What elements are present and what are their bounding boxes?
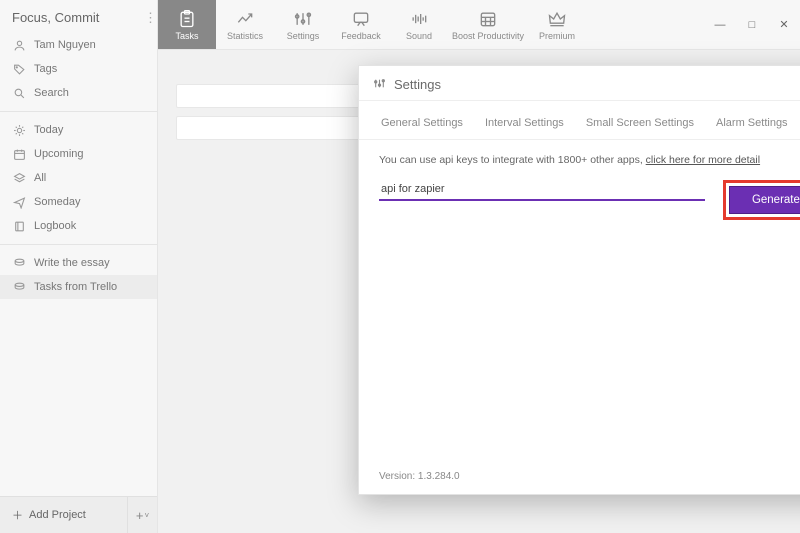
- tag-icon: [12, 62, 26, 76]
- sidebar-item-logbook[interactable]: Logbook: [0, 214, 157, 238]
- minimize-button[interactable]: ―: [704, 0, 736, 49]
- toolbar-label: Feedback: [341, 31, 381, 41]
- toolbar-tasks[interactable]: Tasks: [158, 0, 216, 49]
- sidebar-item-label: Tasks from Trello: [34, 281, 117, 293]
- toolbar-label: Premium: [539, 31, 575, 41]
- sidebar-item-someday[interactable]: Someday: [0, 190, 157, 214]
- tasks-icon: [177, 9, 197, 29]
- sidebar-item-search[interactable]: Search: [0, 81, 157, 105]
- sidebar-item-user[interactable]: Tam Nguyen: [0, 33, 157, 57]
- add-project-label: Add Project: [29, 509, 86, 521]
- tab-alarm[interactable]: Alarm Settings: [714, 113, 790, 139]
- version-label: Version: 1.3.284.0: [379, 471, 460, 482]
- toolbar-statistics[interactable]: Statistics: [216, 0, 274, 49]
- api-info-text: You can use api keys to integrate with 1…: [379, 154, 800, 166]
- chart-icon: [235, 9, 255, 29]
- sun-icon: [12, 123, 26, 137]
- api-name-input[interactable]: [379, 180, 705, 201]
- book-icon: [12, 219, 26, 233]
- settings-modal: Settings ✕ General Settings Interval Set…: [358, 65, 800, 495]
- settings-tabs: General Settings Interval Settings Small…: [359, 101, 800, 140]
- tab-interval[interactable]: Interval Settings: [483, 113, 566, 139]
- toolbar-label: Settings: [287, 31, 320, 41]
- sound-icon: [409, 9, 429, 29]
- sidebar-item-label: Today: [34, 124, 63, 136]
- api-form-row: Generate API Key: [379, 180, 800, 220]
- layers-icon: [12, 171, 26, 185]
- sidebar-item-label: Tam Nguyen: [34, 39, 96, 51]
- toolbar-settings[interactable]: Settings: [274, 0, 332, 49]
- more-icon[interactable]: ⋮: [144, 10, 157, 26]
- sidebar-item-label: Write the essay: [34, 257, 110, 269]
- generate-api-key-button[interactable]: Generate API Key: [729, 186, 800, 214]
- sliders-icon: [373, 77, 387, 91]
- top-toolbar: Tasks Statistics Settings Feedback Sound…: [158, 0, 800, 50]
- main-area: Tasks Statistics Settings Feedback Sound…: [158, 0, 800, 533]
- sidebar-item-project[interactable]: Tasks from Trello: [0, 275, 157, 299]
- feedback-icon: [351, 9, 371, 29]
- sidebar-item-label: All: [34, 172, 46, 184]
- calendar-grid-icon: [478, 9, 498, 29]
- user-icon: [12, 38, 26, 52]
- search-icon: [12, 86, 26, 100]
- sidebar-item-today[interactable]: Today: [0, 118, 157, 142]
- toolbar-label: Tasks: [175, 31, 198, 41]
- tab-general[interactable]: General Settings: [379, 113, 465, 139]
- send-icon: [12, 195, 26, 209]
- info-prefix: You can use api keys to integrate with 1…: [379, 154, 646, 166]
- sidebar-item-label: Search: [34, 87, 69, 99]
- window-controls: ― □ ✕: [704, 0, 800, 49]
- calendar-icon: [12, 147, 26, 161]
- add-project-button[interactable]: ＋ Add Project: [0, 497, 127, 533]
- modal-header: Settings ✕: [359, 66, 800, 101]
- add-menu-button[interactable]: +˅: [127, 497, 157, 533]
- close-button[interactable]: ✕: [768, 0, 800, 49]
- sidebar-item-tags[interactable]: Tags: [0, 57, 157, 81]
- toolbar-premium[interactable]: Premium: [528, 0, 586, 49]
- modal-title: Settings: [394, 77, 800, 92]
- sidebar-divider: [0, 111, 157, 112]
- sidebar-item-label: Upcoming: [34, 148, 84, 160]
- sidebar-footer: ＋ Add Project +˅: [0, 496, 157, 533]
- crown-icon: [547, 9, 567, 29]
- tab-small-screen[interactable]: Small Screen Settings: [584, 113, 696, 139]
- plus-icon: ＋: [12, 507, 23, 523]
- sidebar-item-label: Logbook: [34, 220, 76, 232]
- toolbar-label: Boost Productivity: [452, 31, 524, 41]
- stack-icon: [12, 280, 26, 294]
- toolbar-label: Statistics: [227, 31, 263, 41]
- toolbar-feedback[interactable]: Feedback: [332, 0, 390, 49]
- toolbar-boost[interactable]: Boost Productivity: [448, 0, 528, 49]
- sidebar-item-upcoming[interactable]: Upcoming: [0, 142, 157, 166]
- maximize-button[interactable]: □: [736, 0, 768, 49]
- sidebar-item-label: Tags: [34, 63, 57, 75]
- sliders-icon: [293, 9, 313, 29]
- highlight-box: Generate API Key: [723, 180, 800, 220]
- stack-icon: [12, 256, 26, 270]
- toolbar-sound[interactable]: Sound: [390, 0, 448, 49]
- sidebar: Focus, Commit ⋮ Tam Nguyen Tags Search T…: [0, 0, 158, 533]
- sidebar-divider: [0, 244, 157, 245]
- app-title: Focus, Commit: [0, 0, 157, 33]
- modal-body: You can use api keys to integrate with 1…: [359, 140, 800, 234]
- more-detail-link[interactable]: click here for more detail: [646, 154, 760, 166]
- toolbar-label: Sound: [406, 31, 432, 41]
- sidebar-item-project[interactable]: Write the essay: [0, 251, 157, 275]
- sidebar-item-label: Someday: [34, 196, 80, 208]
- sidebar-item-all[interactable]: All: [0, 166, 157, 190]
